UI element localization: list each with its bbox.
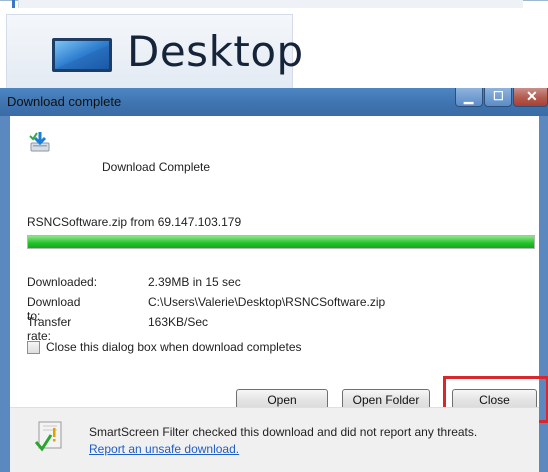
file-source-text: RSNCSoftware.zip from 69.147.103.179	[27, 215, 242, 229]
progress-bar	[27, 235, 535, 249]
desktop-monitor-icon	[52, 38, 112, 72]
explorer-panel-edge	[18, 0, 523, 8]
minimize-button[interactable]: ▁	[455, 88, 483, 107]
scrollbar-edge	[12, 0, 15, 8]
download-heading: Download Complete	[102, 160, 211, 174]
detail-value: 2.39MB in 15 sec	[148, 275, 241, 289]
detail-label: Transfer rate:	[27, 315, 72, 343]
download-icon	[29, 132, 50, 152]
smartscreen-message: SmartScreen Filter checked this download…	[89, 425, 478, 439]
progress-fill	[28, 236, 534, 248]
dialog-title: Download complete	[7, 94, 122, 109]
report-unsafe-link[interactable]: Report an unsafe download.	[89, 442, 239, 456]
title-bar[interactable]: Download complete ▁ ☐ ✕	[0, 88, 548, 116]
detail-label: Downloaded:	[27, 275, 98, 289]
detail-value: C:\Users\Valerie\Desktop\RSNCSoftware.zi…	[148, 295, 386, 309]
smartscreen-icon	[35, 421, 62, 452]
sidebar-item-label: Desktop	[127, 27, 304, 76]
download-dialog: Download complete ▁ ☐ ✕ Download Complet…	[0, 88, 548, 472]
maximize-button[interactable]: ☐	[484, 88, 512, 107]
smartscreen-footer: SmartScreen Filter checked this download…	[10, 407, 539, 472]
sidebar-item-desktop[interactable]: Desktop	[6, 14, 303, 90]
minimize-icon: ▁	[464, 90, 474, 104]
maximize-icon: ☐	[493, 89, 504, 103]
close-icon: ✕	[526, 88, 538, 104]
title-close-button[interactable]: ✕	[513, 88, 548, 107]
close-when-complete-label[interactable]: Close this dialog box when download comp…	[46, 340, 302, 354]
close-when-complete-checkbox[interactable]	[27, 341, 40, 354]
dialog-content: Download Complete RSNCSoftware.zip from …	[10, 116, 548, 423]
explorer-top-strip	[0, 0, 548, 8]
detail-value: 163KB/Sec	[148, 315, 209, 329]
